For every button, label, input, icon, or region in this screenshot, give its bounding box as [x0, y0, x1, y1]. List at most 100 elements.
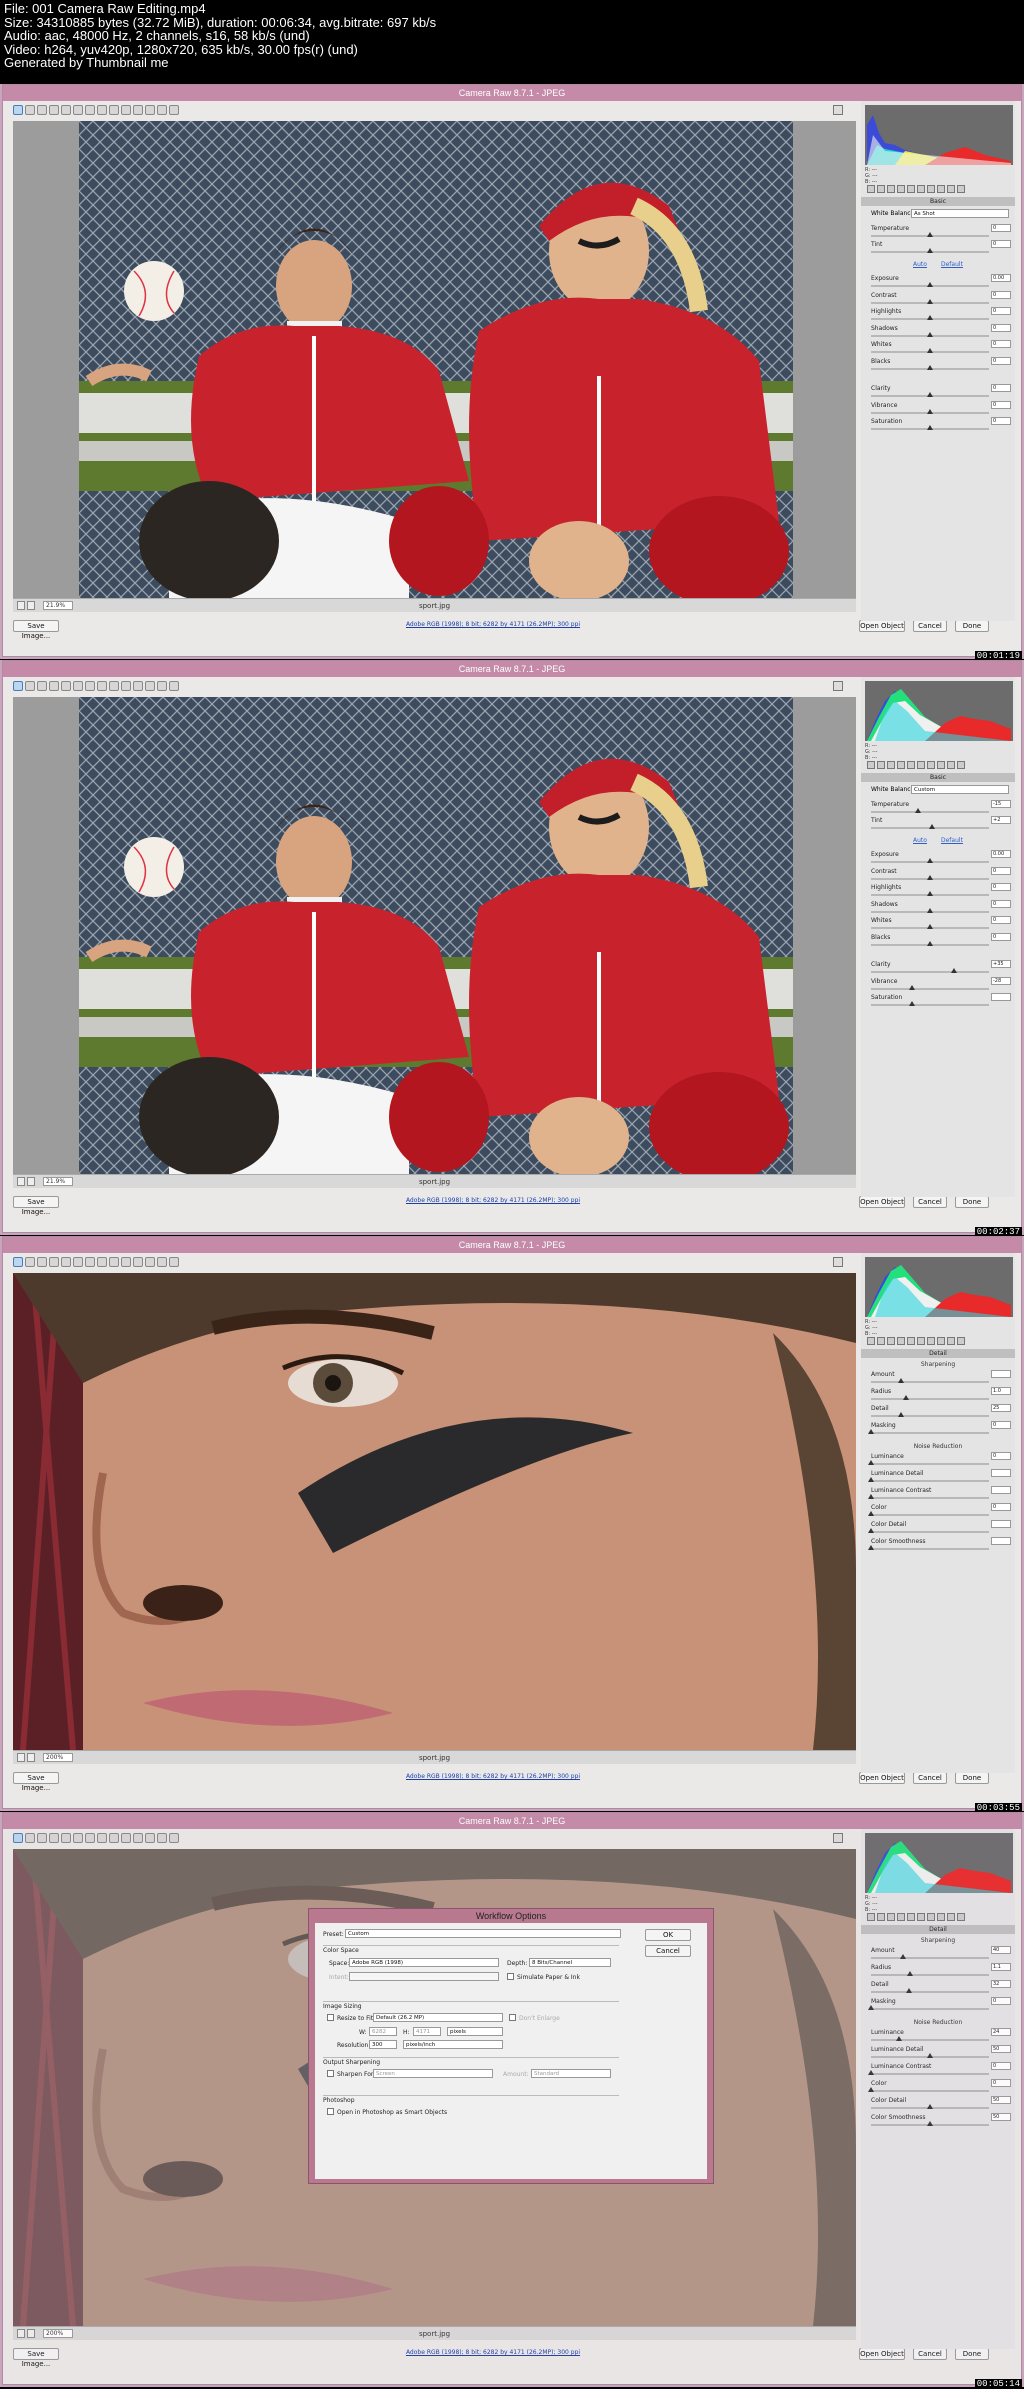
panel-tab[interactable] [887, 761, 895, 769]
panel-tab[interactable] [897, 1913, 905, 1921]
slider-value-input[interactable]: 0 [991, 866, 1011, 875]
panel-tab[interactable] [887, 185, 895, 193]
toolbar-tool[interactable] [97, 105, 107, 115]
toolbar-tool[interactable] [157, 105, 167, 115]
slider-color-smoothness[interactable]: Color Smoothness 50 [871, 2113, 1011, 2128]
slider-thumb[interactable] [927, 392, 933, 397]
slider-thumb[interactable] [868, 2005, 874, 2010]
slider-thumb[interactable] [900, 1954, 906, 1959]
smart-objects-checkbox[interactable] [327, 2108, 334, 2115]
panel-tab[interactable] [947, 1337, 955, 1345]
slider-thumb[interactable] [909, 1001, 915, 1006]
toolbar-tool[interactable] [97, 1257, 107, 1267]
slider-value-input[interactable]: 0 [991, 340, 1011, 348]
toolbar-tool[interactable] [145, 681, 155, 691]
slider-luminance-detail[interactable]: Luminance Detail [868, 1469, 1011, 1484]
toolbar-tool[interactable] [145, 1257, 155, 1267]
slider-temperature[interactable]: Temperature 0 [871, 224, 1011, 239]
slider-thumb[interactable] [927, 2121, 933, 2126]
toolbar-tool[interactable] [37, 105, 47, 115]
simulate-paper-checkbox[interactable] [507, 1973, 514, 1980]
slider-value-input[interactable]: -15 [991, 800, 1011, 808]
toolbar-tool[interactable] [157, 1833, 167, 1843]
toolbar-tool[interactable] [37, 1257, 47, 1267]
workflow-options-link[interactable]: Adobe RGB (1998); 8 bit; 6282 by 4171 (2… [343, 621, 643, 628]
panel-tab[interactable] [877, 761, 885, 769]
cancel-button[interactable]: Cancel [913, 1196, 947, 1208]
workflow-options-link[interactable]: Adobe RGB (1998); 8 bit; 6282 by 4171 (2… [343, 1773, 643, 1780]
slider-thumb[interactable] [868, 2087, 874, 2092]
cancel-button[interactable]: Cancel [913, 1772, 947, 1784]
panel-tab[interactable] [867, 1913, 875, 1921]
panel-tab[interactable] [927, 1337, 935, 1345]
space-select[interactable]: Adobe RGB (1998) [349, 1958, 499, 1967]
toolbar-tool[interactable] [169, 1833, 179, 1843]
white-balance-select[interactable]: Custom [911, 785, 1009, 794]
toolbar-tool[interactable] [121, 105, 131, 115]
slider-value-input[interactable]: 25 [991, 1404, 1011, 1412]
image-preview[interactable] [13, 121, 856, 598]
panel-tab[interactable] [887, 1337, 895, 1345]
slider-thumb[interactable] [927, 348, 933, 353]
toolbar-tool[interactable] [13, 1257, 23, 1267]
amount-select[interactable]: Standard [531, 2069, 611, 2078]
resolution-input[interactable]: 300 [369, 2040, 397, 2049]
slider-value-input[interactable]: 0 [991, 417, 1011, 425]
toolbar-tool[interactable] [25, 105, 35, 115]
slider-luminance-contrast[interactable]: Luminance Contrast 0 [868, 2062, 1011, 2077]
panel-tab[interactable] [907, 185, 915, 193]
slider-track[interactable] [871, 971, 989, 973]
slider-blacks[interactable]: Blacks 0 [871, 356, 1011, 372]
slider-value-input[interactable]: 0 [991, 290, 1011, 299]
panel-tab[interactable] [917, 185, 925, 193]
panel-tab[interactable] [947, 761, 955, 769]
fullscreen-toggle-icon[interactable] [833, 1257, 843, 1267]
slider-thumb[interactable] [868, 1494, 874, 1499]
toolbar-tool[interactable] [109, 1833, 119, 1843]
toolbar-tool[interactable] [145, 1833, 155, 1843]
slider-track[interactable] [871, 1991, 989, 1993]
white-balance-select[interactable]: As Shot [911, 209, 1009, 218]
panel-tab[interactable] [867, 761, 875, 769]
slider-track[interactable] [871, 2090, 989, 2092]
slider-detail[interactable]: Detail 25 [871, 1404, 1011, 1419]
toolbar-tool[interactable] [61, 1257, 71, 1267]
slider-value-input[interactable] [991, 1520, 1011, 1528]
slider-track[interactable] [871, 1531, 989, 1533]
slider-clarity[interactable]: Clarity +35 [871, 960, 1011, 975]
slider-value-input[interactable]: 0 [991, 883, 1011, 891]
panel-tab[interactable] [877, 185, 885, 193]
toolbar-tool[interactable] [121, 681, 131, 691]
image-preview[interactable] [13, 1273, 856, 1750]
slider-value-input[interactable]: 0 [991, 323, 1011, 332]
open-object-button[interactable]: Open Object [859, 620, 905, 632]
slider-value-input[interactable] [991, 993, 1011, 1001]
done-button[interactable]: Done [955, 1772, 989, 1784]
toolbar-tool[interactable] [13, 105, 23, 115]
panel-tab[interactable] [867, 185, 875, 193]
toolbar-tool[interactable] [49, 105, 59, 115]
slider-track[interactable] [871, 987, 989, 990]
toolbar-tool[interactable] [145, 105, 155, 115]
resize-select[interactable]: Default (26.2 MP) [373, 2013, 503, 2022]
workflow-options-link[interactable]: Adobe RGB (1998); 8 bit; 6282 by 4171 (2… [343, 1197, 643, 1204]
slider-vibrance[interactable]: Vibrance 0 [871, 400, 1011, 416]
slider-thumb[interactable] [927, 315, 933, 320]
slider-track[interactable] [871, 1548, 989, 1550]
toolbar-tool[interactable] [169, 105, 179, 115]
slider-value-input[interactable]: 0 [991, 932, 1011, 941]
panel-tab[interactable] [887, 1913, 895, 1921]
toolbar-tool[interactable] [13, 681, 23, 691]
slider-track[interactable] [871, 1480, 989, 1482]
slider-highlights[interactable]: Highlights 0 [871, 307, 1011, 322]
done-button[interactable]: Done [955, 2348, 989, 2360]
panel-tab[interactable] [917, 761, 925, 769]
toolbar-tool[interactable] [157, 681, 167, 691]
slider-value-input[interactable]: 0 [991, 1997, 1011, 2005]
slider-radius[interactable]: Radius 1.1 [871, 1963, 1011, 1978]
slider-value-input[interactable]: 50 [991, 2045, 1011, 2053]
toolbar-tool[interactable] [85, 1257, 95, 1267]
slider-track[interactable] [871, 1398, 989, 1400]
slider-thumb[interactable] [909, 984, 915, 990]
preset-select[interactable]: Custom [345, 1929, 621, 1938]
